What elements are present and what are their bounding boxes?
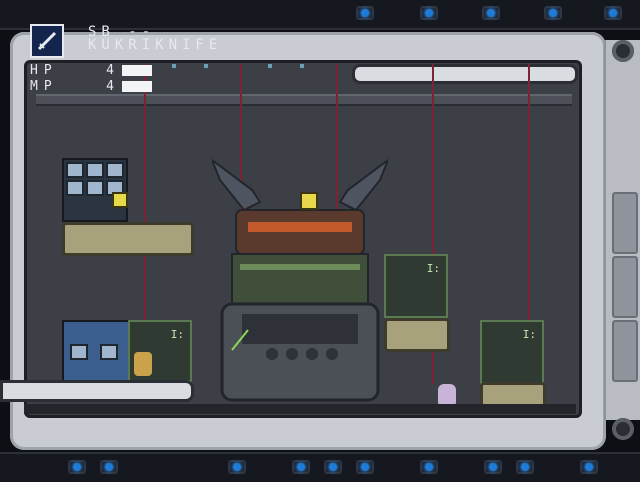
window (66, 162, 84, 178)
bottom-frame (0, 452, 640, 482)
arrow-down-icon (112, 192, 128, 208)
boss-claw-right (338, 158, 388, 212)
blue-light-icon (484, 460, 502, 474)
mp-label: MP (30, 79, 58, 94)
blue-light-icon (544, 6, 562, 20)
blue-light-icon (420, 6, 438, 20)
mp-value: 4 (106, 79, 114, 94)
window (100, 344, 118, 360)
top-pipe (352, 64, 578, 84)
blue-light-icon (420, 460, 438, 474)
hp-bar-fill (122, 65, 152, 76)
hp-label: HP (30, 63, 58, 78)
boss-window (242, 314, 358, 344)
floor (24, 404, 576, 414)
knife-icon (37, 31, 57, 51)
blue-light-icon (228, 460, 246, 474)
hp-bar (122, 65, 152, 76)
blue-light-icon (68, 460, 86, 474)
window (86, 162, 104, 178)
blue-light-icon (604, 6, 622, 20)
terminal-box: I: (480, 320, 544, 384)
blue-light-icon (580, 460, 598, 474)
light-dot (268, 64, 272, 68)
window (70, 344, 88, 360)
platform-left (62, 222, 194, 256)
blue-light-icon (356, 6, 374, 20)
boss-stripe (240, 264, 360, 270)
side-rail (604, 40, 640, 440)
window (66, 180, 84, 196)
boss-vents (248, 222, 352, 232)
light-dot (300, 64, 304, 68)
arrow-down-icon (300, 192, 318, 210)
hud: SB -- KUKRIKNIFE HP 4 MP 4 (30, 24, 250, 94)
window (106, 162, 124, 178)
boss-body (231, 253, 369, 305)
blue-light-icon (482, 6, 500, 20)
mp-bar (122, 81, 152, 92)
rail-slot (612, 192, 638, 254)
mp-row: MP 4 (30, 80, 190, 94)
mechanical-core-boss (212, 158, 388, 402)
window (86, 180, 104, 196)
ceiling-rail (36, 94, 572, 106)
blue-light-icon (292, 460, 310, 474)
weapon-slot[interactable] (30, 24, 64, 58)
boss-claw-left (212, 158, 262, 212)
bottom-pipe (0, 380, 194, 402)
bolt-icon (612, 40, 634, 62)
terminal-box: I: (384, 254, 448, 318)
rail-slot (612, 256, 638, 318)
mp-bar-fill (122, 81, 152, 92)
weapon-name: KUKRIKNIFE (88, 37, 223, 53)
blue-light-icon (100, 460, 118, 474)
blue-light-icon (356, 460, 374, 474)
blue-light-icon (324, 460, 342, 474)
weapon-label: SB -- KUKRIKNIFE (88, 25, 223, 53)
rail-slot (612, 320, 638, 382)
bolt-icon (612, 418, 634, 440)
cable (528, 64, 530, 324)
platform-right (384, 318, 450, 352)
hp-value: 4 (106, 63, 114, 78)
building-left-upper (62, 158, 128, 222)
ally-character (134, 352, 152, 376)
blue-light-icon (516, 460, 534, 474)
cable (144, 64, 146, 324)
hp-row: HP 4 (30, 64, 190, 78)
building-left-lower (62, 320, 130, 382)
